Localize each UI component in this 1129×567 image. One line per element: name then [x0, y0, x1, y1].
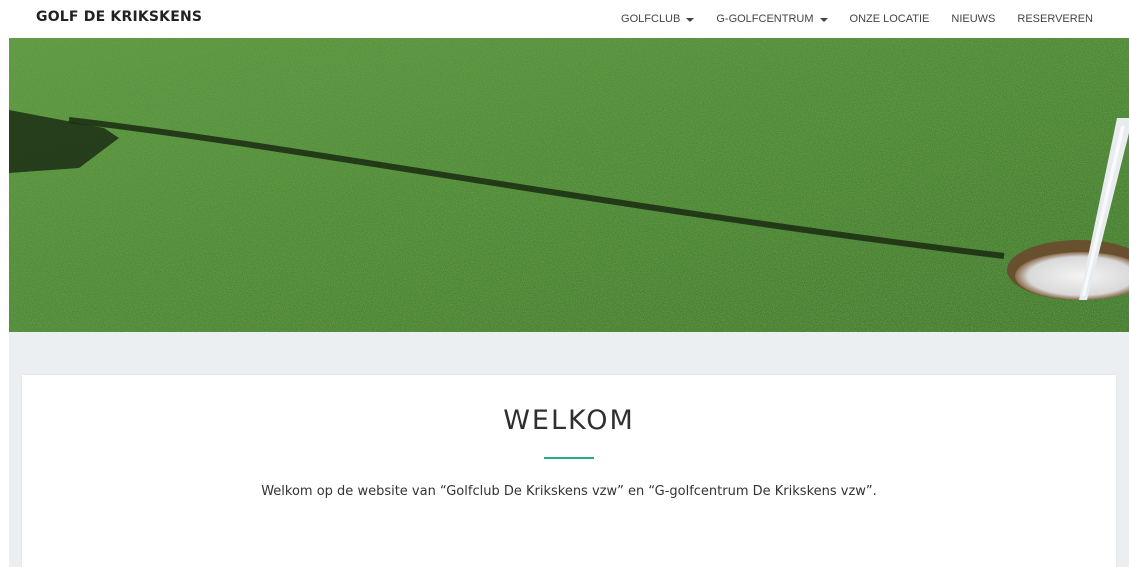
welcome-card: WELKOM Welkom op de website van “Golfclu…: [22, 375, 1116, 567]
nav-label-golfclub: GOLFCLUB: [621, 13, 681, 25]
caret-down-icon: [819, 17, 828, 22]
hero-golf-green-image: [9, 38, 1129, 332]
nav-label-nieuws: NIEUWS: [951, 13, 996, 25]
welcome-title: WELKOM: [503, 405, 635, 436]
nav-item-nieuws[interactable]: NIEUWS: [940, 13, 1006, 25]
nav-item-onze-locatie[interactable]: ONZE LOCATIE: [839, 13, 941, 25]
caret-down-icon: [686, 17, 695, 22]
nav-item-golfclub[interactable]: GOLFCLUB: [610, 13, 705, 25]
welcome-text: Welkom op de website van “Golfclub De Kr…: [261, 484, 877, 499]
title-divider: [544, 457, 594, 459]
top-navbar: GOLF DE KRIKSKENS GOLFCLUB G-GOLFCENTRUM…: [0, 0, 1129, 38]
golf-green-illustration: [9, 38, 1129, 332]
nav-item-reserveren[interactable]: RESERVEREN: [1006, 13, 1104, 25]
nav-item-g-golfcentrum[interactable]: G-GOLFCENTRUM: [705, 13, 838, 25]
main-nav: GOLFCLUB G-GOLFCENTRUM ONZE LOCATIE NIEU…: [610, 0, 1104, 38]
nav-label-onze-locatie: ONZE LOCATIE: [849, 13, 930, 25]
nav-label-reserveren: RESERVEREN: [1017, 13, 1093, 25]
nav-label-g-golfcentrum: G-GOLFCENTRUM: [716, 13, 814, 25]
brand-logo-text[interactable]: GOLF DE KRIKSKENS: [36, 9, 202, 25]
